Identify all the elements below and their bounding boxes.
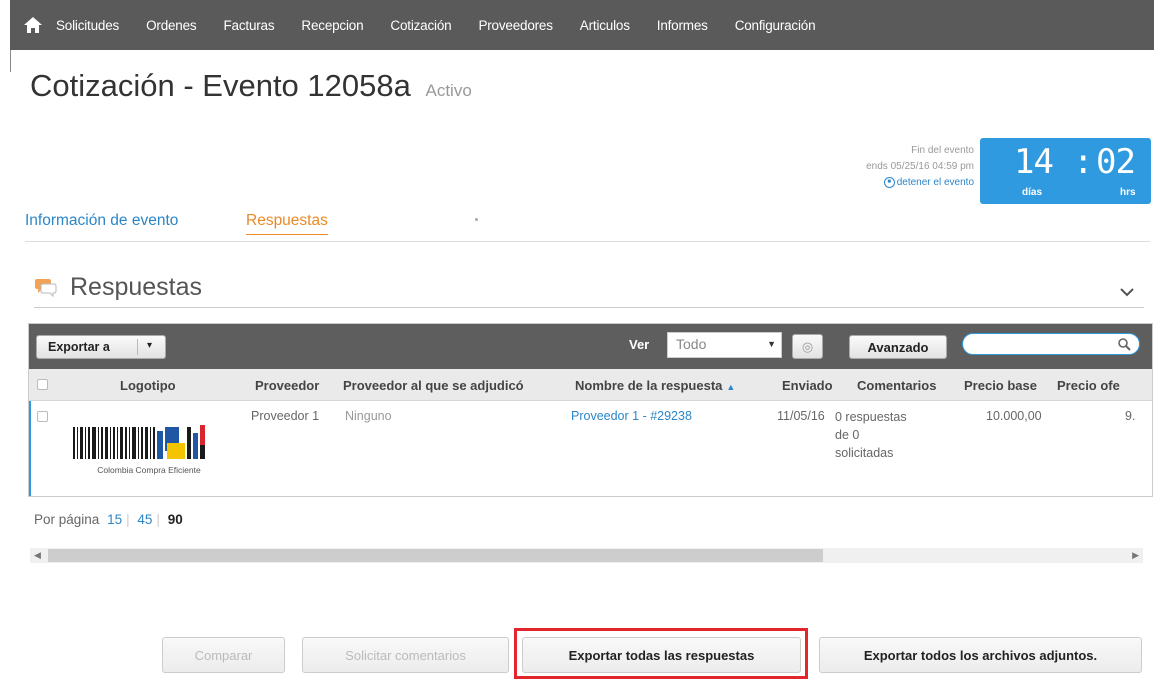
page-size-15[interactable]: 15: [107, 512, 122, 527]
nav-solicitudes[interactable]: Solicitudes: [56, 18, 119, 33]
status-badge: Activo: [425, 81, 472, 100]
section-header: Respuestas: [34, 272, 1144, 308]
logo-caption: Colombia Compra Eficiente: [97, 465, 201, 475]
pagination: Por página 15 | 45 | 90: [34, 512, 183, 527]
caret-down-icon: ▾: [147, 340, 153, 351]
view-select-value: Todo: [676, 336, 707, 352]
cell-proveedor: Proveedor 1: [251, 409, 320, 423]
scrollbar-thumb[interactable]: [48, 549, 823, 562]
responses-panel: Exportar a ▾ Ver Todo ▼ ◎ Avanzado Logot…: [28, 323, 1153, 497]
column-header-comentarios[interactable]: Comentarios: [857, 378, 936, 393]
divider: [10, 50, 11, 72]
cell-adjudicado: Ninguno: [345, 409, 392, 423]
request-comments-button[interactable]: Solicitar comentarios: [302, 637, 509, 673]
page-size-90[interactable]: 90: [168, 512, 183, 527]
response-link[interactable]: Proveedor 1 - #29238: [571, 409, 692, 423]
tab-event-info[interactable]: Información de evento: [25, 212, 178, 230]
nav-articulos[interactable]: Articulos: [580, 18, 630, 33]
section-title: Respuestas: [70, 273, 203, 301]
timer-days: 14: [1014, 142, 1054, 182]
home-icon[interactable]: [10, 0, 56, 50]
event-info: Fin del evento ends 05/25/16 04:59 pm ■ d…: [866, 143, 974, 191]
tab-responses[interactable]: Respuestas: [246, 212, 328, 235]
timer-hours-label: hrs: [1120, 187, 1136, 198]
nav-cotizacion[interactable]: Cotización: [390, 18, 451, 33]
chevron-down-icon[interactable]: [1120, 284, 1134, 302]
supplier-logo: Colombia Compra Eficiente: [69, 421, 229, 481]
top-navigation: Solicitudes Ordenes Facturas Recepcion C…: [10, 0, 1154, 50]
nav-facturas[interactable]: Facturas: [223, 18, 274, 33]
barcode-logo-graphic: [73, 425, 205, 459]
tab-dot: [475, 218, 478, 221]
column-header-precio-base[interactable]: Precio base: [964, 378, 1037, 393]
column-header-nombre-label: Nombre de la respuesta: [575, 378, 723, 393]
event-ends-text: ends 05/25/16 04:59 pm: [866, 161, 974, 172]
scroll-left-icon[interactable]: ◀: [34, 550, 41, 561]
view-label: Ver: [629, 337, 650, 352]
row-checkbox[interactable]: [37, 411, 48, 422]
column-header-adjudicado[interactable]: Proveedor al que se adjudicó: [343, 378, 524, 393]
stop-event-label: detener el evento: [896, 177, 974, 188]
nav-configuracion[interactable]: Configuración: [735, 18, 816, 33]
stop-icon: ■: [883, 176, 895, 188]
search-icon: [1117, 337, 1131, 356]
pagination-separator: |: [126, 512, 130, 527]
export-to-label: Exportar a: [48, 340, 110, 354]
table-header: Logotipo Proveedor Proveedor al que se a…: [29, 369, 1152, 401]
table-toolbar: Exportar a ▾ Ver Todo ▼ ◎ Avanzado: [29, 324, 1152, 369]
scroll-right-icon[interactable]: ▶: [1132, 550, 1139, 561]
pagination-separator: |: [156, 512, 160, 527]
search-input[interactable]: [962, 333, 1140, 355]
page-title-text: Cotización - Evento 12058a: [30, 68, 411, 103]
column-header-nombre[interactable]: Nombre de la respuesta ▲: [575, 378, 735, 393]
timer-separator: :: [1073, 142, 1094, 182]
sort-up-icon: ▲: [726, 382, 736, 392]
event-end-label: Fin del evento: [911, 145, 974, 156]
tab-bar: Información de evento Respuestas: [25, 212, 1150, 242]
cell-enviado: 11/05/16: [777, 409, 825, 423]
chat-bubble-icon: [34, 276, 58, 303]
button-divider: [137, 339, 138, 355]
timer-days-label: días: [1022, 187, 1043, 198]
per-page-label: Por página: [34, 512, 100, 527]
nav-proveedores[interactable]: Proveedores: [478, 18, 553, 33]
stop-event-link[interactable]: ■ detener el evento: [866, 175, 974, 191]
refresh-icon: ◎: [801, 338, 814, 354]
refresh-button[interactable]: ◎: [792, 334, 823, 359]
cell-precio-base: 10.000,00: [986, 409, 1042, 423]
cell-precio-oferta: 9.: [1125, 409, 1136, 423]
column-header-precio-oferta[interactable]: Precio ofe: [1057, 378, 1120, 393]
page-title: Cotización - Evento 12058a Activo: [30, 68, 472, 104]
nav-recepcion[interactable]: Recepcion: [301, 18, 363, 33]
table-row[interactable]: Colombia Compra Eficiente Proveedor 1 Ni…: [29, 401, 1152, 496]
column-header-logo[interactable]: Logotipo: [120, 378, 176, 393]
column-header-proveedor[interactable]: Proveedor: [255, 378, 319, 393]
horizontal-scrollbar[interactable]: ◀ ▶: [30, 548, 1143, 563]
export-all-attachments-button[interactable]: Exportar todos los archivos adjuntos.: [819, 637, 1142, 673]
nav-ordenes[interactable]: Ordenes: [146, 18, 197, 33]
compare-button[interactable]: Comparar: [162, 637, 285, 673]
timer-hours: 02: [1096, 142, 1136, 182]
select-all-checkbox[interactable]: [37, 379, 48, 390]
export-to-button[interactable]: Exportar a ▾: [36, 335, 166, 359]
caret-down-icon: ▼: [767, 339, 776, 349]
page-size-45[interactable]: 45: [137, 512, 152, 527]
highlight-box: [514, 628, 808, 679]
countdown-timer: 14 : 02 días hrs: [980, 138, 1151, 204]
advanced-search-button[interactable]: Avanzado: [849, 335, 947, 359]
view-select[interactable]: Todo ▼: [667, 332, 782, 358]
column-header-enviado[interactable]: Enviado: [782, 378, 833, 393]
cell-comentarios: 0 respuestas de 0 solicitadas: [835, 410, 907, 460]
nav-informes[interactable]: Informes: [657, 18, 708, 33]
